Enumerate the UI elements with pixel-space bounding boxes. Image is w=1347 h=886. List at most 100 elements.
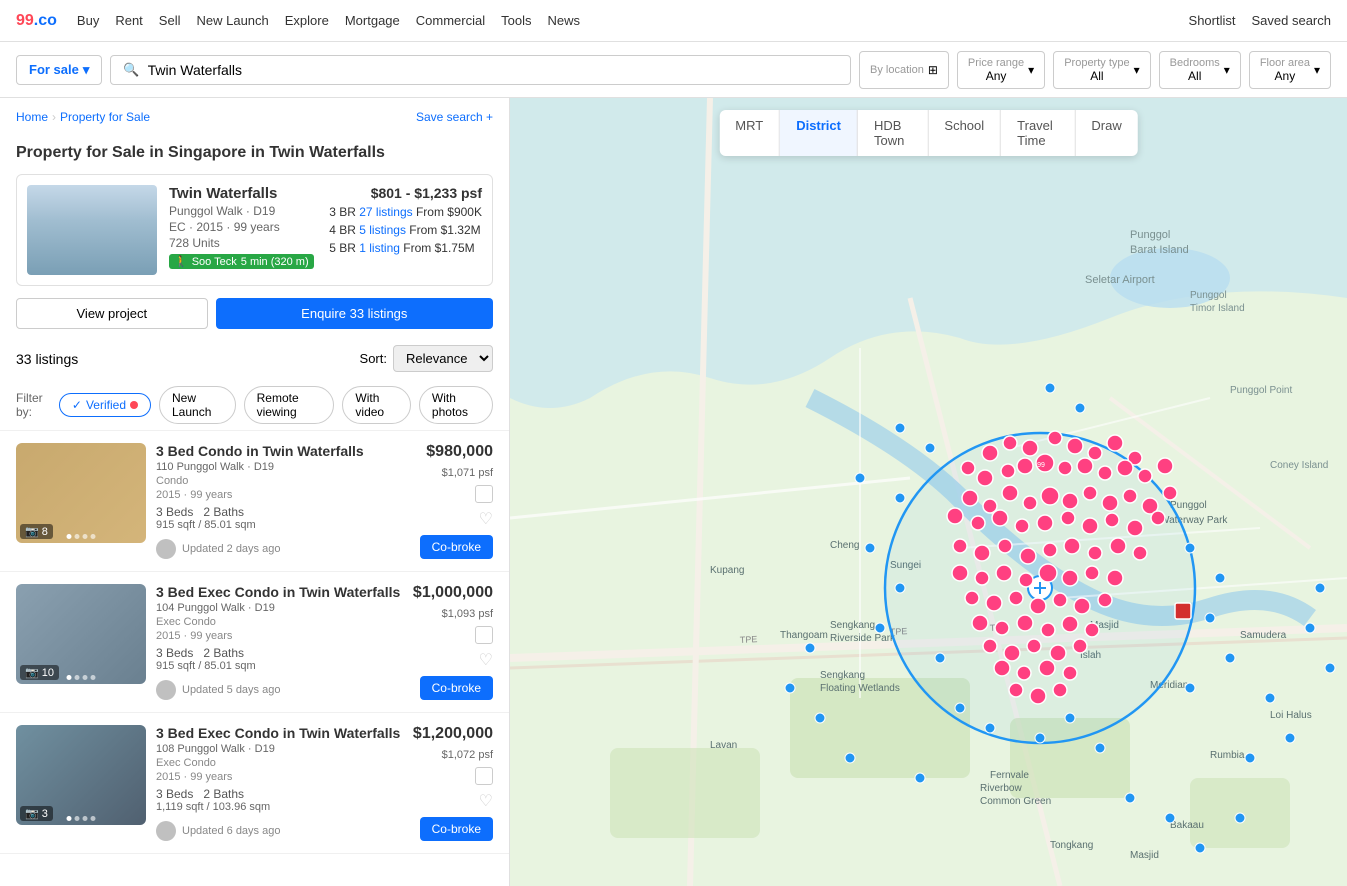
top-nav: 99.co Buy Rent Sell New Launch Explore M… bbox=[0, 0, 1347, 42]
save-search-link[interactable]: Save search + bbox=[416, 110, 493, 124]
saved-search-link[interactable]: Saved search bbox=[1252, 13, 1332, 28]
listing-size: 1,119 sqft / 103.96 sqm bbox=[156, 801, 403, 813]
breadcrumb: Home › Property for Sale Save search + bbox=[0, 98, 509, 136]
project-listing-row: 3 BR 27 listings From $900K bbox=[329, 205, 482, 219]
svg-text:Punggol: Punggol bbox=[1130, 229, 1170, 241]
chevron-down-icon: ▾ bbox=[1134, 63, 1140, 77]
nav-rent[interactable]: Rent bbox=[115, 13, 142, 28]
favourite-icon[interactable]: ♡ bbox=[479, 791, 493, 811]
svg-text:Punggol: Punggol bbox=[1190, 290, 1227, 301]
nav-explore[interactable]: Explore bbox=[285, 13, 329, 28]
enquire-button[interactable]: Enquire 33 listings bbox=[216, 298, 493, 329]
cobroke-button[interactable]: Co-broke bbox=[420, 535, 493, 559]
project-listing-row: 4 BR 5 listings From $1.32M bbox=[329, 223, 482, 237]
dot bbox=[75, 816, 80, 821]
breadcrumb-home[interactable]: Home bbox=[16, 110, 48, 124]
favourite-icon[interactable]: ♡ bbox=[479, 650, 493, 670]
select-checkbox[interactable] bbox=[475, 626, 493, 644]
map-tab-draw[interactable]: Draw bbox=[1075, 110, 1137, 156]
price-range-value: Any bbox=[968, 69, 1024, 83]
chevron-down-icon: ▾ bbox=[83, 62, 90, 78]
bedrooms-value: All bbox=[1170, 69, 1220, 83]
listing-info: 3 Bed Exec Condo in Twin Waterfalls 104 … bbox=[156, 584, 403, 700]
listing-cards: 📷 8 3 Bed Condo in Twin Waterfalls 110 P… bbox=[0, 431, 509, 854]
svg-text:Coney Island: Coney Island bbox=[1270, 460, 1328, 471]
listing-image: 📷 3 bbox=[16, 725, 146, 825]
nav-tools[interactable]: Tools bbox=[501, 13, 531, 28]
listing-agent: Updated 2 days ago bbox=[156, 539, 410, 559]
cobroke-button[interactable]: Co-broke bbox=[420, 817, 493, 841]
shortlist-link[interactable]: Shortlist bbox=[1189, 13, 1236, 28]
main-layout: Home › Property for Sale Save search + P… bbox=[0, 98, 1347, 886]
filter-with-photos[interactable]: With photos bbox=[419, 386, 493, 424]
for-sale-button[interactable]: For sale ▾ bbox=[16, 55, 102, 85]
svg-text:Rumbia: Rumbia bbox=[1210, 750, 1245, 761]
map-panel: MRT District HDB Town School Travel Time… bbox=[510, 98, 1347, 886]
project-image bbox=[27, 185, 157, 275]
svg-text:Seletar Airport: Seletar Airport bbox=[1085, 274, 1155, 286]
listing-price: $1,000,000 bbox=[413, 584, 493, 602]
nav-commercial[interactable]: Commercial bbox=[416, 13, 485, 28]
nav-mortgage[interactable]: Mortgage bbox=[345, 13, 400, 28]
map-tab-travel-time[interactable]: Travel Time bbox=[1001, 110, 1075, 156]
listings-count: 33 listings bbox=[16, 351, 78, 367]
price-range-filter[interactable]: Price range Any ▾ bbox=[957, 51, 1045, 89]
listing-size: 915 sqft / 85.01 sqm bbox=[156, 519, 410, 531]
map-background[interactable]: Punggol Barat Island Punggol Timor Islan… bbox=[510, 98, 1347, 886]
nav-news[interactable]: News bbox=[547, 13, 580, 28]
nav-new-launch[interactable]: New Launch bbox=[196, 13, 268, 28]
svg-text:Lavan: Lavan bbox=[710, 740, 737, 751]
sort-label: Sort: bbox=[360, 351, 387, 366]
svg-text:Cheng: Cheng bbox=[830, 540, 859, 551]
view-project-button[interactable]: View project bbox=[16, 298, 208, 329]
map-tab-school[interactable]: School bbox=[928, 110, 1001, 156]
favourite-icon[interactable]: ♡ bbox=[479, 509, 493, 529]
sort-select[interactable]: Relevance bbox=[393, 345, 493, 372]
svg-text:Floating Wetlands: Floating Wetlands bbox=[820, 683, 900, 694]
breadcrumb-section[interactable]: Property for Sale bbox=[60, 110, 150, 124]
nav-right: Shortlist Saved search bbox=[1189, 13, 1331, 28]
by-location-filter[interactable]: By location ⊞ bbox=[859, 51, 949, 89]
map-tab-mrt[interactable]: MRT bbox=[719, 110, 780, 156]
listing-actions: $1,200,000 $1,072 psf ♡ Co-broke bbox=[413, 725, 493, 841]
site-logo[interactable]: 99.co bbox=[16, 12, 57, 30]
project-card[interactable]: Twin Waterfalls Punggol Walk · D19 EC · … bbox=[16, 174, 493, 286]
listing-card[interactable]: 📷 3 3 Bed Exec Condo in Twin Waterfalls … bbox=[0, 713, 509, 854]
agent-avatar bbox=[156, 680, 176, 700]
price-range-label: Price range bbox=[968, 57, 1024, 69]
project-section: Property for Sale in Singapore in Twin W… bbox=[0, 136, 509, 337]
map-tab-district[interactable]: District bbox=[780, 110, 858, 156]
filter-new-launch[interactable]: New Launch bbox=[159, 386, 236, 424]
filter-with-video[interactable]: With video bbox=[342, 386, 411, 424]
svg-text:Common Green: Common Green bbox=[980, 796, 1051, 807]
svg-text:Kupang: Kupang bbox=[710, 565, 744, 576]
nav-buy[interactable]: Buy bbox=[77, 13, 99, 28]
agent-avatar bbox=[156, 821, 176, 841]
image-count: 📷 10 bbox=[20, 665, 59, 680]
listing-card[interactable]: 📷 8 3 Bed Condo in Twin Waterfalls 110 P… bbox=[0, 431, 509, 572]
agent-avatar bbox=[156, 539, 176, 559]
select-checkbox[interactable] bbox=[475, 485, 493, 503]
filter-remote-viewing[interactable]: Remote viewing bbox=[244, 386, 335, 424]
listing-info: 3 Bed Condo in Twin Waterfalls 110 Pungg… bbox=[156, 443, 410, 559]
nav-sell[interactable]: Sell bbox=[159, 13, 181, 28]
chevron-down-icon: ▾ bbox=[1028, 63, 1034, 77]
listing-card[interactable]: 📷 10 3 Bed Exec Condo in Twin Waterfalls… bbox=[0, 572, 509, 713]
filter-verified[interactable]: ✓ Verified bbox=[59, 393, 151, 417]
search-input[interactable] bbox=[148, 62, 838, 78]
select-checkbox[interactable] bbox=[475, 767, 493, 785]
listing-br: 4 BR 5 listings From $1.32M bbox=[329, 223, 480, 237]
page-title: Property for Sale in Singapore in Twin W… bbox=[16, 144, 493, 162]
property-type-filter[interactable]: Property type All ▾ bbox=[1053, 51, 1150, 89]
listing-address: 110 Punggol Walk · D19 bbox=[156, 461, 410, 473]
cobroke-button[interactable]: Co-broke bbox=[420, 676, 493, 700]
svg-text:Barat Island: Barat Island bbox=[1130, 244, 1189, 256]
map-tab-hdb-town[interactable]: HDB Town bbox=[858, 110, 928, 156]
project-name: Twin Waterfalls bbox=[169, 185, 317, 202]
bedrooms-filter[interactable]: Bedrooms All ▾ bbox=[1159, 51, 1241, 89]
dot bbox=[75, 534, 80, 539]
floor-area-filter[interactable]: Floor area Any ▾ bbox=[1249, 51, 1331, 89]
dot bbox=[83, 534, 88, 539]
svg-text:Riverbow: Riverbow bbox=[980, 783, 1022, 794]
listing-actions: $1,000,000 $1,093 psf ♡ Co-broke bbox=[413, 584, 493, 700]
